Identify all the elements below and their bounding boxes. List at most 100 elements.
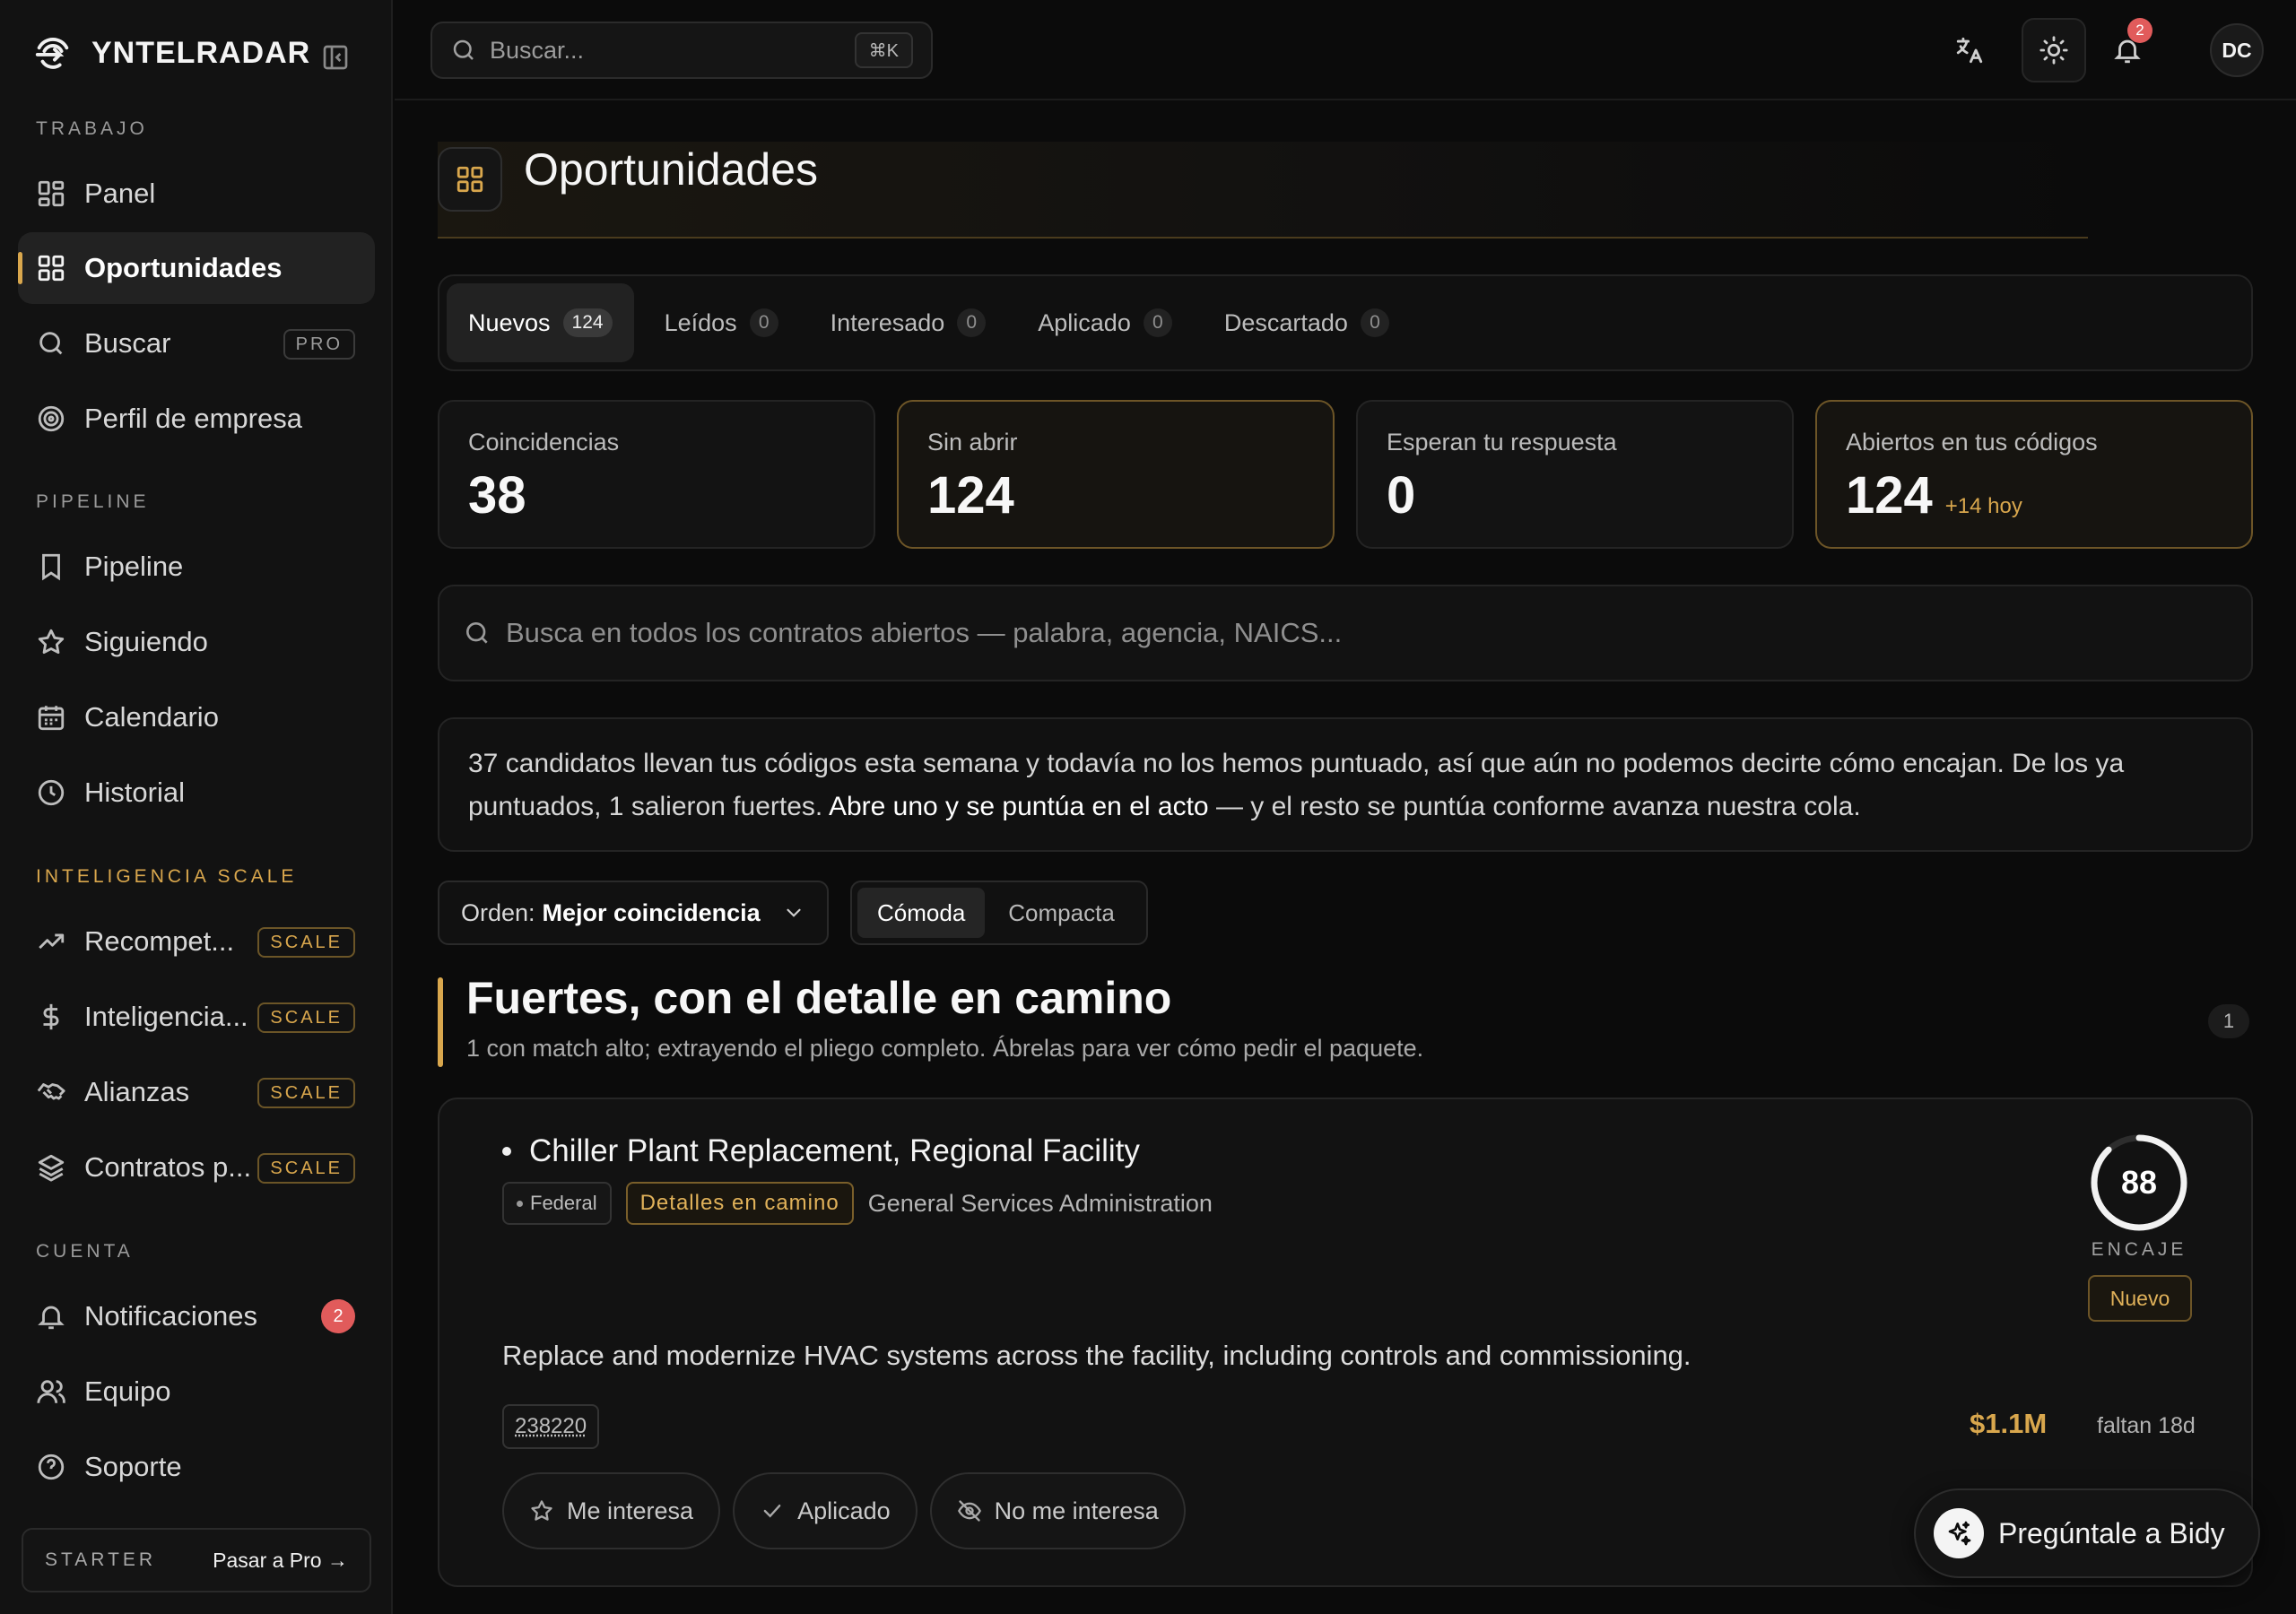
star-icon [36, 627, 66, 657]
sidebar-item-inteligencia[interactable]: Inteligencia... SCALE [18, 981, 375, 1053]
stat-value: 124 [1846, 466, 1933, 525]
search-icon [36, 328, 66, 359]
tab-aplicado[interactable]: Aplicado 0 [1016, 283, 1194, 362]
tab-label: Interesado [830, 308, 945, 336]
global-search-input[interactable] [490, 36, 831, 65]
sidebar: YNTELRADAR TRABAJO Panel Oportunidades B… [0, 0, 393, 1614]
user-avatar[interactable]: DC [2210, 23, 2264, 77]
sidebar-item-historial[interactable]: Historial [18, 757, 375, 829]
sidebar-item-equipo[interactable]: Equipo [18, 1356, 375, 1427]
topbar: ⌘K 2 DC [395, 0, 2296, 100]
stat-card-sin-abrir[interactable]: Sin abrir 124 [897, 400, 1335, 549]
sort-select[interactable]: Orden: Mejor coincidencia [438, 881, 829, 945]
not-interested-button[interactable]: No me interesa [929, 1472, 1186, 1549]
sidebar-item-label: Recompet... [84, 925, 235, 957]
tab-interesado[interactable]: Interesado 0 [809, 283, 1008, 362]
group-count-badge: 1 [2208, 1004, 2249, 1038]
sidebar-item-buscar[interactable]: Buscar PRO [18, 308, 375, 379]
sidebar-item-label: Pipeline [84, 551, 184, 582]
level-chip: Federal [502, 1182, 612, 1225]
ask-bidy-label: Pregúntale a Bidy [1998, 1516, 2225, 1549]
sidebar-item-recompetencias[interactable]: Recompet... SCALE [18, 906, 375, 977]
new-badge: Nuevo [2088, 1275, 2192, 1322]
search-icon [450, 37, 477, 64]
section-label-pipeline: PIPELINE [36, 491, 150, 512]
chevron-down-icon [782, 901, 805, 924]
group-subtitle: 1 con match alto; extrayendo el pliego c… [466, 1035, 1424, 1062]
sidebar-item-pipeline[interactable]: Pipeline [18, 531, 375, 603]
stat-label: Sin abrir [927, 429, 1018, 456]
language-button[interactable] [1937, 18, 2002, 82]
tab-count: 0 [1360, 308, 1389, 337]
theme-toggle-button[interactable] [2022, 18, 2086, 82]
scale-tag: SCALE [257, 1153, 355, 1184]
level-chip-label: Federal [530, 1192, 597, 1214]
sidebar-item-notificaciones[interactable]: Notificaciones 2 [18, 1280, 375, 1352]
tab-leidos[interactable]: Leídos 0 [643, 283, 800, 362]
page-title: Oportunidades [524, 144, 819, 195]
dollar-icon [36, 1002, 66, 1032]
tab-descartado[interactable]: Descartado 0 [1203, 283, 1411, 362]
sidebar-item-label: Soporte [84, 1451, 182, 1482]
global-search[interactable]: ⌘K [430, 22, 933, 79]
sidebar-item-perfil-de-empresa[interactable]: Perfil de empresa [18, 383, 375, 455]
scale-tag: SCALE [257, 1078, 355, 1108]
fab-icon-circle [1934, 1508, 1984, 1558]
sidebar-item-oportunidades[interactable]: Oportunidades [18, 232, 375, 304]
section-label-inteligencia-scale: INTELIGENCIA SCALE [36, 866, 298, 887]
naics-code-chip[interactable]: 238220 [502, 1404, 600, 1449]
contract-search[interactable] [438, 585, 2253, 681]
sidebar-item-alianzas[interactable]: Alianzas SCALE [18, 1056, 375, 1128]
sidebar-item-label: Panel [84, 178, 156, 209]
density-toggle: Cómoda Compacta [850, 881, 1148, 945]
radar-logo-icon [32, 32, 74, 74]
eye-off-icon [957, 1498, 982, 1523]
opportunity-tags: Federal Detalles en camino General Servi… [502, 1182, 1213, 1225]
stat-label: Abiertos en tus códigos [1846, 429, 2098, 456]
stat-card-esperan-respuesta[interactable]: Esperan tu respuesta 0 [1356, 400, 1794, 549]
agency-name: General Services Administration [867, 1189, 1213, 1217]
sidebar-item-label: Calendario [84, 701, 219, 733]
contract-search-input[interactable] [506, 617, 2210, 649]
sidebar-item-contratos[interactable]: Contratos p... SCALE [18, 1132, 375, 1203]
sidebar-item-soporte[interactable]: Soporte [18, 1431, 375, 1503]
tab-count: 124 [562, 308, 613, 337]
sidebar-item-panel[interactable]: Panel [18, 158, 375, 230]
grid-icon [36, 178, 66, 209]
applied-button[interactable]: Aplicado [733, 1472, 918, 1549]
status-tabs: Nuevos 124 Leídos 0 Interesado 0 Aplicad… [438, 274, 2253, 371]
stat-value: 38 [468, 466, 526, 525]
density-option-compacta[interactable]: Compacta [988, 888, 1135, 938]
density-option-comoda[interactable]: Cómoda [857, 888, 986, 938]
interested-button[interactable]: Me interesa [502, 1472, 721, 1549]
brand[interactable]: YNTELRADAR [32, 30, 310, 75]
users-icon [36, 1376, 66, 1407]
sun-icon [2039, 35, 2069, 65]
trending-up-icon [36, 926, 66, 957]
sidebar-item-siguiendo[interactable]: Siguiendo [18, 606, 375, 678]
stat-card-coincidencias[interactable]: Coincidencias 38 [438, 400, 875, 549]
target-icon [36, 404, 66, 434]
group-title: Fuertes, con el detalle en camino [466, 973, 1172, 1023]
stat-label: Coincidencias [468, 429, 620, 456]
sidebar-item-label: Notificaciones [84, 1300, 257, 1332]
sidebar-item-calendario[interactable]: Calendario [18, 681, 375, 753]
collapse-sidebar-icon[interactable] [321, 43, 350, 72]
notifications-button[interactable]: 2 [2095, 18, 2160, 82]
info-text-emphasis: Abre uno y se puntúa en el acto [828, 792, 1209, 821]
section-label-cuenta: CUENTA [36, 1241, 134, 1262]
stat-card-abiertos-en-codigos[interactable]: Abiertos en tus códigos 124 +14 hoy [1815, 400, 2253, 549]
tab-nuevos[interactable]: Nuevos 124 [447, 283, 634, 362]
opportunity-title[interactable]: Chiller Plant Replacement, Regional Faci… [502, 1133, 1140, 1169]
tab-label: Descartado [1223, 308, 1348, 336]
action-label: Me interesa [567, 1497, 694, 1524]
tab-label: Nuevos [468, 308, 551, 336]
sort-value: Mejor coincidencia [542, 898, 761, 926]
upgrade-to-pro-link[interactable]: Pasar a Pro → [213, 1549, 348, 1573]
ask-bidy-button[interactable]: Pregúntale a Bidy [1914, 1488, 2260, 1578]
shortcut-hint: ⌘K [854, 32, 913, 68]
translate-icon [1954, 35, 1985, 65]
sparkles-icon [1944, 1519, 1973, 1548]
stat-value: 0 [1387, 466, 1416, 525]
opportunity-deadline: faltan 18d [2097, 1413, 2196, 1438]
